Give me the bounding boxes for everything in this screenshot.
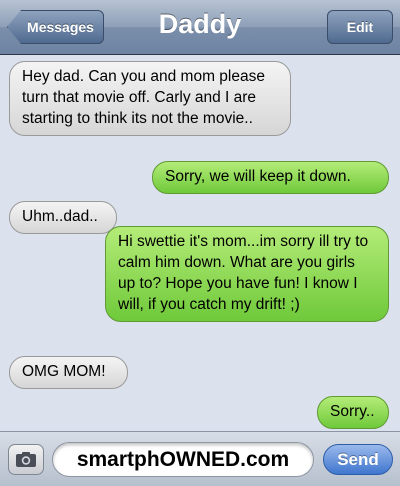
camera-icon bbox=[16, 452, 36, 467]
composer-bar: smartphOWNED.com Send bbox=[0, 431, 400, 486]
outgoing-message: Sorry, we will keep it down. bbox=[152, 161, 389, 194]
outgoing-message: Sorry.. bbox=[317, 396, 389, 429]
outgoing-message: Hi swettie it's mom...im sorry ill try t… bbox=[105, 226, 389, 322]
navigation-bar: Messages Daddy Edit bbox=[0, 0, 400, 55]
message-thread[interactable]: Hey dad. Can you and mom please turn tha… bbox=[0, 55, 400, 431]
send-button[interactable]: Send bbox=[323, 444, 393, 475]
incoming-message: Hey dad. Can you and mom please turn tha… bbox=[9, 61, 291, 136]
incoming-message: Uhm..dad.. bbox=[9, 201, 117, 234]
message-input[interactable]: smartphOWNED.com bbox=[52, 442, 314, 477]
incoming-message: OMG MOM! bbox=[9, 356, 128, 389]
camera-button[interactable] bbox=[8, 444, 44, 475]
edit-button[interactable]: Edit bbox=[327, 10, 393, 44]
